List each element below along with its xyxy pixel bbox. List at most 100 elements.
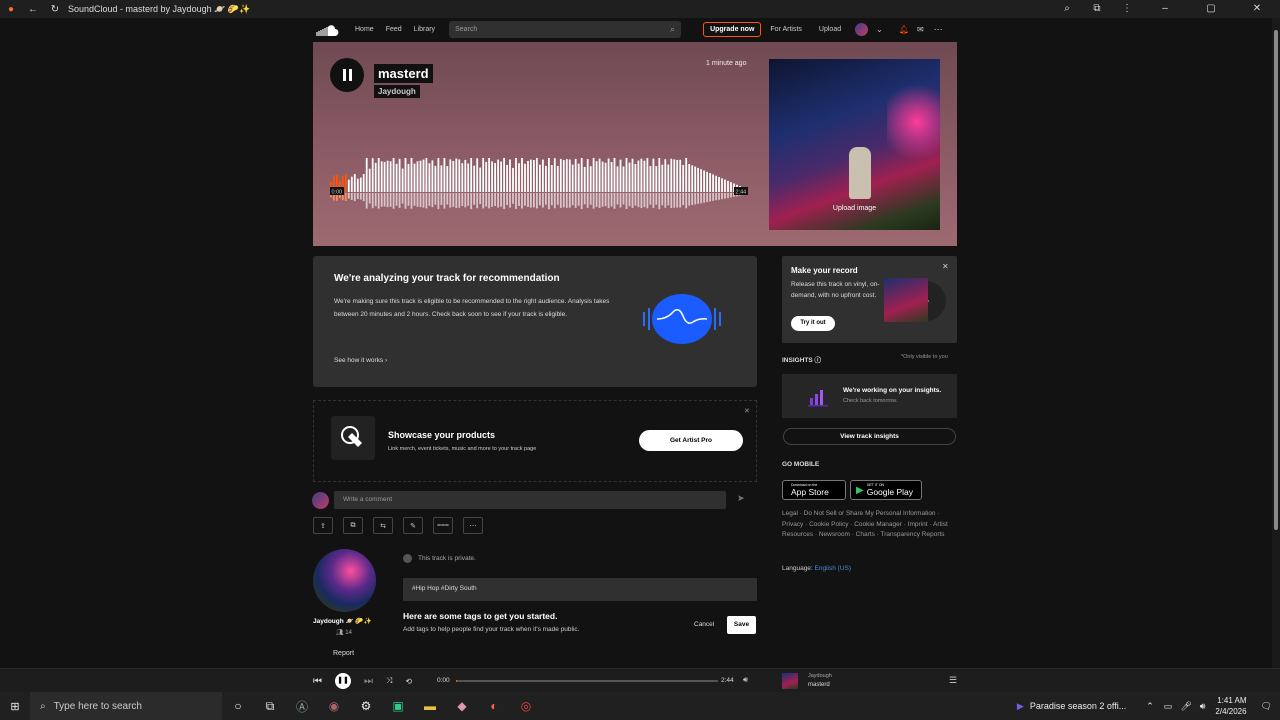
avatar[interactable] — [855, 23, 869, 36]
soundcloud-app-icon[interactable]: ◐ — [478, 699, 510, 713]
app-shield-icon[interactable]: ◆ — [446, 699, 478, 713]
nav-library[interactable]: Library — [414, 26, 435, 33]
notification-text[interactable]: Paradise season 2 offi... — [1030, 701, 1126, 711]
waveform-reflection-bar — [365, 193, 368, 209]
upgrade-button[interactable]: Upgrade now — [703, 22, 762, 37]
waveform[interactable]: 0:00 2:44 — [330, 158, 748, 214]
footer-links[interactable]: Legal · Do Not Sell or Share My Personal… — [782, 509, 957, 541]
upload-image-button[interactable]: Upload image — [769, 205, 940, 212]
network-icon[interactable]: ▭ — [1164, 701, 1173, 712]
waveform-reflection-bar — [500, 193, 502, 207]
artist-avatar[interactable] — [313, 549, 376, 612]
previous-icon[interactable]: ⏮ — [313, 676, 322, 687]
tags-field[interactable]: #Hip Hop #Dirty South — [403, 578, 757, 601]
back-icon[interactable]: ← — [22, 4, 44, 15]
waveform-reflection-bar — [565, 193, 568, 208]
notifications-icon[interactable]: 🔔︎ — [899, 25, 909, 34]
reload-icon[interactable]: ↻ — [44, 4, 66, 15]
task-view-icon[interactable]: ⧉ — [254, 699, 286, 714]
cortana-icon[interactable]: ○ — [222, 699, 254, 713]
view-track-insights-button[interactable]: View track insights — [783, 428, 956, 445]
save-button[interactable]: Save — [727, 616, 756, 634]
waveform-reflection-bar — [395, 193, 398, 206]
action-center-icon[interactable]: 🗨︎ — [1261, 701, 1272, 712]
waveform-bar — [631, 158, 634, 192]
language-selector[interactable]: Language: English (US) — [782, 565, 851, 572]
scrollbar-thumb[interactable] — [1274, 30, 1278, 530]
extensions-icon[interactable]: ⧉ — [1082, 0, 1112, 18]
app-icon[interactable]: Ⓐ — [286, 698, 318, 715]
file-explorer-icon[interactable]: ▬ — [414, 699, 446, 713]
close-icon[interactable]: ✕ — [942, 262, 949, 271]
settings-icon[interactable]: ⚙ — [350, 699, 382, 713]
waveform-reflection-bar — [434, 193, 437, 205]
media-icon[interactable]: ▶ — [1017, 701, 1024, 712]
waveform-bar — [506, 165, 508, 192]
chevron-down-icon[interactable]: ⌄ — [876, 25, 883, 34]
windows-start-icon[interactable]: ⊞ — [0, 700, 30, 713]
waveform-reflection-bar — [724, 193, 726, 199]
info-icon[interactable]: ⓘ — [815, 357, 822, 364]
soundcloud-logo-icon[interactable] — [313, 23, 339, 37]
speaker-icon[interactable]: 🔊︎ — [1200, 701, 1206, 712]
copy-link-icon[interactable]: ⧉ — [343, 517, 363, 534]
stats-icon[interactable]: ⩶ — [433, 517, 453, 534]
search-input[interactable]: Search ⌕ — [449, 21, 682, 38]
progress-bar[interactable] — [456, 680, 718, 682]
browser-icon[interactable]: ◉ — [318, 699, 350, 713]
microphone-icon[interactable]: 🎤︎ — [1180, 701, 1191, 712]
chevron-up-icon[interactable]: ⌃ — [1146, 701, 1154, 712]
now-playing-thumbnail[interactable] — [782, 673, 798, 689]
repeat-icon[interactable]: ⟲ — [405, 677, 412, 686]
close-button[interactable]: ✕ — [1234, 0, 1280, 18]
pause-button[interactable] — [330, 58, 364, 92]
artist-name[interactable]: Jaydough 🪐 🌮✨ — [313, 617, 383, 625]
taskbar-search[interactable]: ⌕ Type here to search — [30, 692, 222, 720]
waveform-reflection-bar — [676, 193, 679, 208]
nav-home[interactable]: Home — [355, 26, 374, 33]
comment-input[interactable]: Write a comment — [334, 491, 726, 509]
queue-icon[interactable]: ☰ — [949, 675, 957, 686]
see-how-link[interactable]: See how it works › — [334, 357, 387, 364]
nav-feed[interactable]: Feed — [386, 26, 402, 33]
try-it-out-button[interactable]: Try it out — [791, 316, 835, 331]
google-play-badge[interactable]: ▶ GET IT ON Google Play — [850, 480, 922, 500]
upload-link[interactable]: Upload — [819, 26, 841, 33]
now-playing-title[interactable]: masterd — [808, 682, 830, 688]
waveform-bar — [670, 158, 673, 192]
zoom-icon[interactable]: ⌕ — [1052, 0, 1082, 18]
waveform-reflection-bar — [661, 193, 664, 206]
minimize-button[interactable]: – — [1142, 0, 1188, 18]
search-icon[interactable]: ⌕ — [670, 24, 675, 35]
report-link[interactable]: Report — [333, 650, 354, 657]
volume-icon[interactable]: 🔊︎ — [743, 675, 748, 685]
send-icon[interactable]: ➤ — [737, 493, 745, 504]
now-playing-artist[interactable]: Jaydough — [808, 673, 832, 679]
clock[interactable]: 1:41 AM 2/4/2026 — [1215, 695, 1246, 717]
shuffle-icon[interactable]: ⤨ — [386, 676, 392, 686]
next-icon[interactable]: ⏭ — [364, 676, 373, 687]
maximize-button[interactable]: ▢ — [1188, 0, 1234, 18]
more-icon[interactable]: ⋯ — [934, 24, 943, 35]
chrome-icon[interactable]: ◎ — [510, 699, 542, 713]
share-icon[interactable]: ⇪ — [313, 517, 333, 534]
get-artist-pro-button[interactable]: Get Artist Pro — [639, 430, 743, 451]
repost-icon[interactable]: ⇆ — [373, 517, 393, 534]
waveform-reflection-bar — [443, 193, 446, 209]
menu-icon[interactable]: ⋮ — [1112, 0, 1142, 18]
messages-icon[interactable]: ✉ — [917, 25, 924, 34]
edit-icon[interactable]: ✎ — [403, 517, 423, 534]
language-value[interactable]: English (US) — [815, 565, 851, 572]
for-artists-link[interactable]: For Artists — [770, 26, 802, 33]
track-artist[interactable]: Jaydough — [374, 85, 420, 98]
pause-button[interactable]: ❚❚ — [335, 673, 351, 689]
cancel-button[interactable]: Cancel — [694, 621, 714, 628]
page-scrollbar[interactable] — [1272, 18, 1280, 668]
cover-art[interactable]: Upload image — [769, 59, 940, 230]
waveform-bar — [533, 160, 535, 192]
app-green-icon[interactable]: ▣ — [382, 699, 414, 713]
google-play-label: Google Play — [866, 486, 914, 497]
close-icon[interactable]: ✕ — [744, 407, 750, 415]
more-actions-icon[interactable]: ⋯ — [463, 517, 483, 534]
app-store-badge[interactable]: Download on the App Store — [782, 480, 846, 500]
